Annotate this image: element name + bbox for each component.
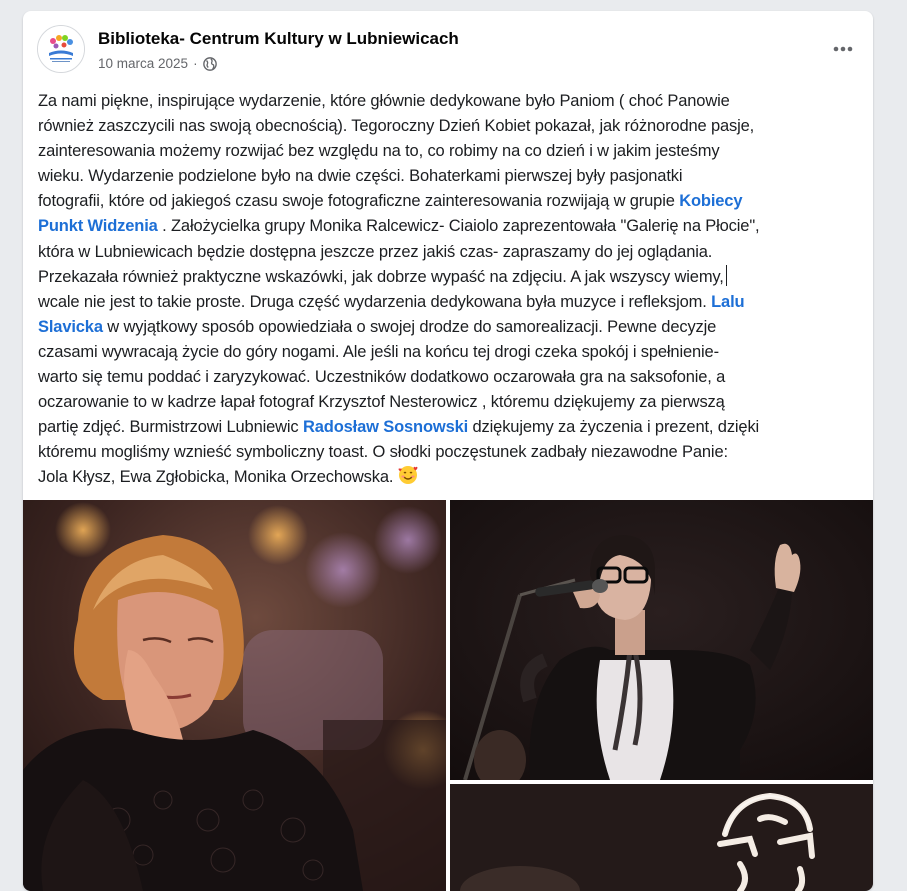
more-options-icon [833, 46, 853, 52]
post-text-segment: w wyjątkowy sposób opowiedziała o swojej… [102, 317, 717, 336]
photo-singer-with-microphone[interactable] [450, 500, 873, 780]
text-cursor [725, 264, 728, 286]
post-text-line: czasami wywracają życie do góry nogami. … [38, 342, 719, 361]
photo-woman-resting-head[interactable] [23, 500, 446, 891]
post-text-line: wcale nie jest to takie proste. Druga cz… [38, 290, 863, 315]
group-link-kobiecy-punkt-widzenia-cont[interactable]: Punkt Widzenia [38, 217, 158, 235]
post-text-segment: partię zdjęć. Burmistrzowi Lubniewic [38, 418, 299, 437]
post-body: Za nami piękne, inspirujące wydarzenie, … [38, 89, 863, 494]
photo-grid [23, 500, 873, 891]
profile-link-lalu-slavicka[interactable]: Lalu [711, 293, 744, 311]
post-text-line: Przekazała również praktyczne wskazówki,… [38, 264, 863, 290]
post-text-segment: . Założycielka grupy Monika Ralcewicz- C… [157, 217, 760, 236]
post-text-line: któremu mogliśmy wznieść symboliczny toa… [38, 443, 728, 462]
post-date-link[interactable]: 10 marca 2025 [98, 56, 188, 71]
page-avatar[interactable] [37, 25, 85, 73]
profile-link-radoslaw-sosnowski[interactable]: Radosław Sosnowski [303, 418, 468, 436]
post-text-line: Jola Kłysz, Ewa Zgłobicka, Monika Orzech… [38, 465, 863, 493]
post-text-line: Za nami piękne, inspirujące wydarzenie, … [38, 92, 730, 110]
post-text-line: zainteresowania możemy rozwijać bez wzgl… [38, 142, 720, 161]
post-text-segment: Jola Kłysz, Ewa Zgłobicka, Monika Orzech… [38, 468, 394, 487]
library-logo-icon [38, 26, 84, 72]
post-meta: 10 marca 2025 · [98, 56, 217, 71]
globe-icon[interactable] [202, 56, 217, 71]
post-card: Biblioteka- Centrum Kultury w Lubniewica… [23, 11, 873, 891]
smiling-face-with-hearts-icon [398, 465, 418, 493]
post-header: Biblioteka- Centrum Kultury w Lubniewica… [23, 11, 873, 83]
photo-neon-sign[interactable] [450, 784, 873, 891]
post-text-line: fotografii, które od jakiegoś czasu swoj… [38, 189, 863, 214]
meta-separator: · [193, 56, 198, 71]
profile-link-lalu-slavicka-cont[interactable]: Slavicka [38, 318, 103, 336]
post-text-line: oczarowanie to w kadrze łapał fotograf K… [38, 393, 725, 412]
post-text-segment: fotografii, które od jakiegoś czasu swoj… [38, 192, 675, 211]
page-name-link[interactable]: Biblioteka- Centrum Kultury w Lubniewica… [98, 29, 459, 49]
post-text-segment: wcale nie jest to takie proste. Druga cz… [38, 292, 707, 311]
post-text-segment: dziękujemy za życzenia i prezent, dzięki [468, 418, 760, 437]
group-link-kobiecy-punkt-widzenia[interactable]: Kobiecy [679, 192, 742, 210]
post-text-line: warto się temu poddać i zaryzykować. Ucz… [38, 368, 726, 387]
post-text-line: Punkt Widzenia . Założycielka grupy Moni… [38, 214, 863, 239]
more-options-button[interactable] [825, 31, 861, 67]
post-text-line: partię zdjęć. Burmistrzowi Lubniewic Rad… [38, 415, 863, 440]
post-text-line: Slavicka w wyjątkowy sposób opowiedziała… [38, 315, 863, 340]
post-text-line: która w Lubniewicach będzie dostępna jes… [38, 242, 713, 261]
post-text-segment: Przekazała również praktyczne wskazówki,… [38, 267, 724, 286]
post-text-line: również zaszczycili nas swoją obecnością… [38, 117, 755, 136]
post-text-line: wieku. Wydarzenie podzielone było na dwi… [38, 167, 683, 186]
